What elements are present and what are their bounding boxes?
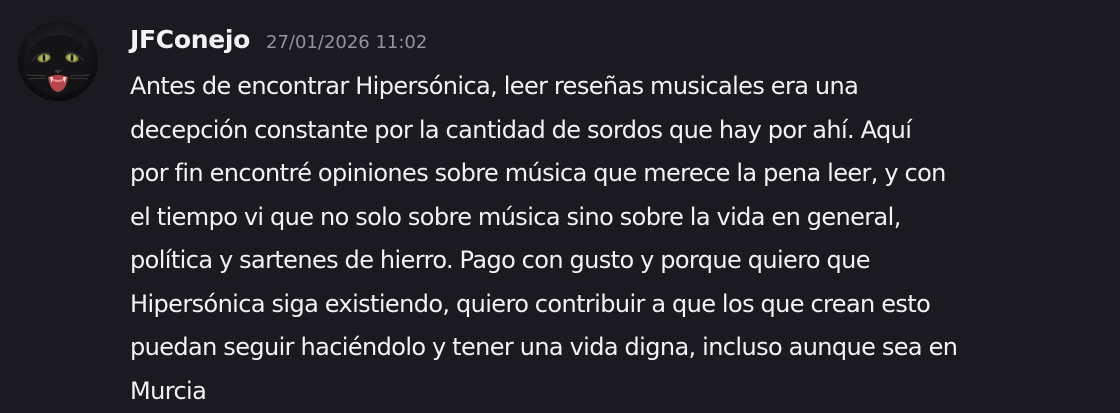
message-line: decepción constante por la cantidad de s… [130, 109, 1105, 153]
message-content: Antes de encontrar Hipersónica, leer res… [130, 65, 1105, 413]
avatar[interactable] [18, 21, 98, 101]
message-line: por fin encontré opiniones sobre música … [130, 152, 1105, 196]
message-header: JFConejo 27/01/2026 11:02 [130, 25, 427, 61]
message-line: el tiempo vi que no solo sobre música si… [130, 196, 1105, 240]
black-cat-avatar-icon [18, 21, 98, 101]
message-line: política y sartenes de hierro. Pago con … [130, 239, 1105, 283]
message-line: Antes de encontrar Hipersónica, leer res… [130, 65, 1105, 109]
timestamp[interactable]: 27/01/2026 11:02 [266, 32, 427, 53]
message-line: puedan seguir haciéndolo y tener una vid… [130, 326, 1105, 370]
message-line: Murcia [130, 370, 1105, 413]
chat-message: JFConejo 27/01/2026 11:02 Antes de encon… [0, 0, 1120, 412]
message-line: Hipersónica siga existiendo, quiero cont… [130, 283, 1105, 327]
username[interactable]: JFConejo [130, 25, 250, 54]
